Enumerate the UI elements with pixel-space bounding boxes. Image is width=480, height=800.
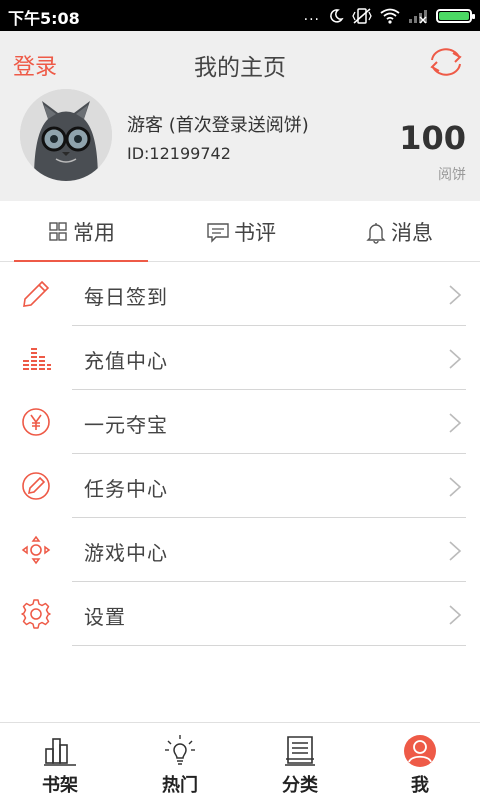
bell-icon [366,222,386,244]
menu-item-games[interactable]: 游戏中心 [0,518,480,582]
nav-bookshelf[interactable]: 书架 [0,723,120,800]
tab-label: 书评 [234,220,276,245]
tab-label: 消息 [391,220,433,245]
menu-item-label: 每日签到 [84,285,168,309]
gear-icon [21,599,51,629]
page-title: 我的主页 [194,55,286,81]
chevron-right-icon [449,605,462,625]
nav-label: 书架 [42,775,78,796]
chevron-right-icon [449,477,462,497]
chevron-right-icon [449,413,462,433]
nav-label: 热门 [162,775,198,796]
status-icons: ... [303,6,475,26]
menu-item-tasks[interactable]: 任务中心 [0,454,480,518]
notification-dots: ... [303,8,320,24]
profile-header: 登录 我的主页 游客 (首次登录送阅饼) ID:12199742 100 阅饼 [0,31,480,201]
menu-list: 每日签到 充值中心 一元夺宝 任务中心 游戏中心 设置 [0,262,480,646]
wifi-icon [380,8,400,24]
menu-item-treasure[interactable]: 一元夺宝 [0,390,480,454]
user-id: ID:12199742 [127,144,231,163]
username: 游客 (首次登录送阅饼) [127,115,309,136]
menu-item-label: 游戏中心 [84,541,168,565]
menu-item-label: 设置 [84,605,126,629]
nav-me[interactable]: 我 [360,723,480,800]
divider [72,645,466,646]
menu-item-label: 一元夺宝 [84,413,168,437]
menu-item-settings[interactable]: 设置 [0,582,480,646]
chevron-right-icon [449,541,462,561]
tab-bar: 常用 书评 消息 [0,201,480,262]
yen-icon [22,408,50,436]
user-icon [404,735,436,767]
coin-balance-label: 阅饼 [438,167,466,183]
bottom-nav: 书架 热门 分类 我 [0,722,480,800]
nav-popular[interactable]: 热门 [120,723,240,800]
coin-balance: 100 [399,119,466,157]
menu-item-recharge[interactable]: 充值中心 [0,326,480,390]
nav-label: 我 [411,775,429,796]
equalizer-icon [23,348,51,370]
signal-icon [409,10,427,24]
cat-avatar-image [20,89,112,181]
pencil-icon [23,280,50,307]
nav-category[interactable]: 分类 [240,723,360,800]
tab-common[interactable]: 常用 [14,201,148,262]
task-icon [22,472,50,500]
moon-icon [330,9,344,23]
menu-item-label: 任务中心 [84,477,168,501]
gamepad-icon [21,535,51,565]
status-time: 下午5:08 [8,9,80,28]
chevron-right-icon [449,285,462,305]
sync-icon[interactable] [426,45,466,79]
tab-reviews[interactable]: 书评 [174,201,308,262]
vibrate-icon [352,8,372,24]
category-icon [285,736,315,766]
menu-item-label: 充值中心 [84,349,168,373]
battery-icon [436,9,475,23]
status-bar: 下午5:08 ... [0,0,480,31]
avatar[interactable] [20,89,112,181]
chevron-right-icon [449,349,462,369]
grid-icon [49,221,67,241]
tab-messages[interactable]: 消息 [332,201,466,262]
tab-label: 常用 [73,220,115,245]
bookshelf-icon [44,738,76,766]
comment-icon [207,222,229,243]
menu-item-daily-checkin[interactable]: 每日签到 [0,262,480,326]
lightbulb-icon [165,735,195,765]
nav-label: 分类 [282,775,318,796]
